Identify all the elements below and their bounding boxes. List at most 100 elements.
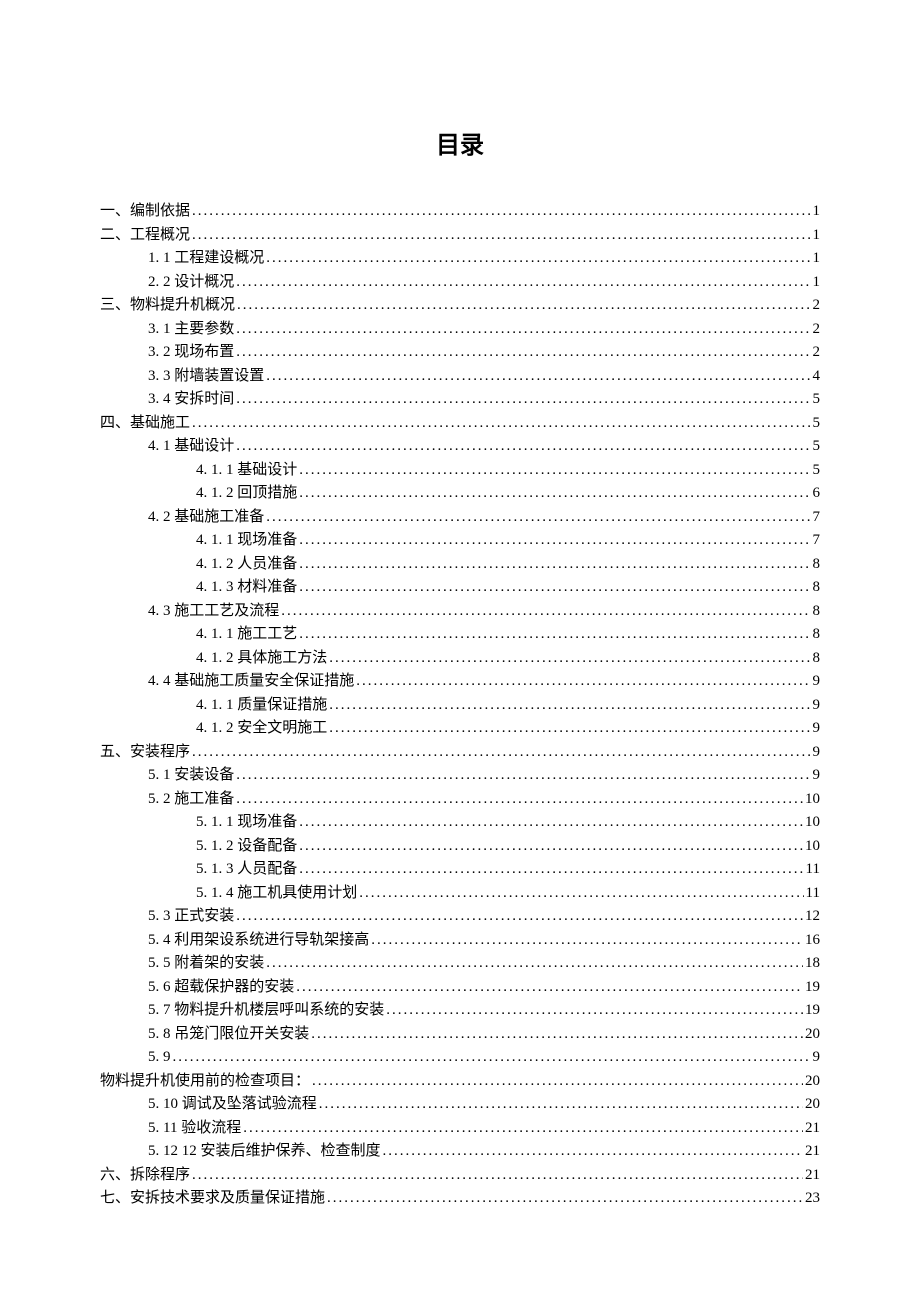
- toc-entry-leader: [236, 788, 803, 812]
- toc-entry: 5. 10 调试及坠落试验流程 20: [100, 1093, 820, 1117]
- toc-entry-label: 4. 1. 2 人员准备: [196, 553, 297, 577]
- toc-entry-leader: [237, 294, 810, 318]
- toc-entry-label: 3. 3 附墙装置设置: [148, 365, 264, 389]
- toc-entry-label: 5. 9: [148, 1046, 171, 1070]
- toc-entry: 5. 7 物料提升机楼层呼叫系统的安装19: [100, 999, 820, 1023]
- toc-entry-label: 3. 2 现场布置: [148, 341, 234, 365]
- toc-entry-page: 8: [813, 576, 821, 600]
- toc-entry-page: 7: [813, 529, 821, 553]
- toc-entry-label: 5. 5 附着架的安装: [148, 952, 264, 976]
- toc-entry: 5. 1. 4 施工机具使用计划11: [100, 882, 820, 906]
- toc-entry-page: 20: [805, 1023, 820, 1047]
- toc-entry-leader: [266, 247, 810, 271]
- toc-entry-page: 11: [806, 882, 820, 906]
- toc-entry-label: 5. 8 吊笼门限位开关安装: [148, 1023, 309, 1047]
- toc-entry-leader: [299, 482, 810, 506]
- toc-entry-page: 5: [813, 412, 821, 436]
- toc-entry-page: 10: [805, 811, 820, 835]
- toc-entry-leader: [236, 271, 810, 295]
- toc-entry-leader: [299, 553, 810, 577]
- toc-entry-leader: [359, 882, 803, 906]
- toc-entry-label: 四、基础施工: [100, 412, 190, 436]
- toc-entry-page: 2: [813, 294, 821, 318]
- toc-entry-page: 1: [813, 224, 821, 248]
- toc-entry: 5. 6 超载保护器的安装 19: [100, 976, 820, 1000]
- toc-entry-leader: [243, 1117, 803, 1141]
- toc-entry-page: 18: [805, 952, 820, 976]
- toc-entry-leader: [236, 905, 803, 929]
- toc-entry-leader: [281, 600, 810, 624]
- toc-entry-page: 7: [813, 506, 821, 530]
- toc-entry-page: 9: [813, 717, 821, 741]
- toc-entry-leader: [299, 623, 810, 647]
- toc-entry-leader: [299, 576, 810, 600]
- toc-entry: 3. 1 主要参数 2: [100, 318, 820, 342]
- toc-entry-page: 8: [813, 600, 821, 624]
- toc-entry: 4. 1. 2 人员准备8: [100, 553, 820, 577]
- toc-entry-label: 二、工程概况: [100, 224, 190, 248]
- toc-entry-page: 20: [805, 1070, 820, 1094]
- toc-entry-page: 4: [813, 365, 821, 389]
- toc-entry-leader: [266, 365, 810, 389]
- toc-entry-leader: [356, 670, 810, 694]
- toc-entry-leader: [312, 1070, 803, 1094]
- toc-entry-label: 3. 1 主要参数: [148, 318, 234, 342]
- toc-entry-leader: [236, 341, 810, 365]
- toc-entry-label: 2. 2 设计概况: [148, 271, 234, 295]
- toc-entry-leader: [192, 412, 810, 436]
- toc-entry: 4. 2 基础施工准备7: [100, 506, 820, 530]
- toc-entry-leader: [236, 764, 810, 788]
- toc-entry-leader: [311, 1023, 803, 1047]
- toc-entry-leader: [236, 318, 810, 342]
- toc-entry-page: 10: [805, 835, 820, 859]
- toc-entry-leader: [329, 717, 810, 741]
- toc-entry-leader: [192, 741, 810, 765]
- toc-entry: 5. 4 利用架设系统进行导轨架接高16: [100, 929, 820, 953]
- toc-entry-label: 六、拆除程序: [100, 1164, 190, 1188]
- toc-entry-leader: [236, 435, 810, 459]
- toc-entry: 4. 3 施工工艺及流程 8: [100, 600, 820, 624]
- toc-entry-label: 1. 1 工程建设概况: [148, 247, 264, 271]
- toc-entry-page: 8: [813, 623, 821, 647]
- toc-entry-label: 4. 3 施工工艺及流程: [148, 600, 279, 624]
- toc-entry-label: 5. 1. 1 现场准备: [196, 811, 297, 835]
- toc-entry: 3. 2 现场布置2: [100, 341, 820, 365]
- toc-entry: 1. 1 工程建设概况1: [100, 247, 820, 271]
- toc-entry: 4. 1. 2 具体施工方法8: [100, 647, 820, 671]
- toc-entry-label: 4. 1. 1 现场准备: [196, 529, 297, 553]
- toc-entry: 4. 1. 1 基础设计5: [100, 459, 820, 483]
- toc-title: 目录: [100, 125, 820, 160]
- toc-entry-page: 12: [805, 905, 820, 929]
- toc-entry-page: 9: [813, 670, 821, 694]
- toc-entry-leader: [327, 1187, 803, 1211]
- toc-entry-leader: [296, 976, 803, 1000]
- toc-entry-page: 5: [813, 388, 821, 412]
- toc-entry: 六、拆除程序21: [100, 1164, 820, 1188]
- toc-entry-label: 5. 1. 2 设备配备: [196, 835, 297, 859]
- toc-entry: 4. 4 基础施工质量安全保证措施9: [100, 670, 820, 694]
- toc-entry-leader: [319, 1093, 803, 1117]
- toc-entry-label: 4. 1. 2 回顶措施: [196, 482, 297, 506]
- toc-entry-leader: [329, 647, 810, 671]
- toc-entry-page: 2: [813, 318, 821, 342]
- toc-entry: 5. 8 吊笼门限位开关安装 20: [100, 1023, 820, 1047]
- toc-entry-page: 9: [813, 1046, 821, 1070]
- toc-entry-label: 4. 1. 3 材料准备: [196, 576, 297, 600]
- toc-entry: 七、安拆技术要求及质量保证措施23: [100, 1187, 820, 1211]
- toc-entry-page: 1: [813, 200, 821, 224]
- toc-entry-leader: [266, 506, 810, 530]
- toc-entry-label: 4. 1. 2 安全文明施工: [196, 717, 327, 741]
- toc-entry-label: 5. 1 安装设备: [148, 764, 234, 788]
- toc-entry-leader: [386, 999, 803, 1023]
- toc-entry-label: 5. 10 调试及坠落试验流程: [148, 1093, 317, 1117]
- toc-entry: 5. 1. 1 现场准备 10: [100, 811, 820, 835]
- toc-entry: 5. 11 验收流程21: [100, 1117, 820, 1141]
- toc-entry-label: 5. 6 超载保护器的安装: [148, 976, 294, 1000]
- toc-entry-leader: [299, 835, 803, 859]
- toc-entry-page: 20: [805, 1093, 820, 1117]
- toc-entry: 5. 12 12 安装后维护保养、检查制度21: [100, 1140, 820, 1164]
- toc-entry: 物料提升机使用前的检查项目：20: [100, 1070, 820, 1094]
- toc-entry-page: 19: [805, 976, 820, 1000]
- toc-entry-page: 5: [813, 459, 821, 483]
- toc-entry-leader: [173, 1046, 811, 1070]
